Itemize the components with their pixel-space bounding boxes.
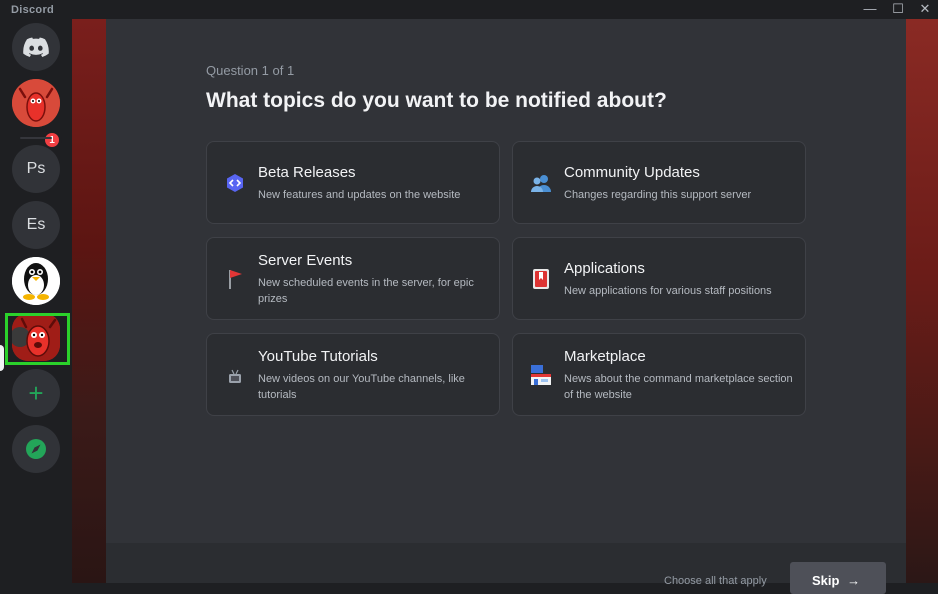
- option-title: Community Updates: [564, 164, 700, 181]
- server-ps[interactable]: Ps: [12, 145, 60, 193]
- explore-servers-button[interactable]: [12, 425, 60, 473]
- app-title: Discord: [11, 4, 55, 16]
- people-icon: [530, 172, 552, 194]
- discord-logo-icon: [23, 37, 49, 57]
- selected-server-indicator: [0, 345, 4, 371]
- plus-icon: +: [28, 377, 44, 408]
- penguin-avatar-icon: [12, 257, 60, 305]
- option-title: Marketplace: [564, 348, 646, 365]
- option-card-applications[interactable]: Applications New applications for variou…: [512, 237, 806, 320]
- option-card-marketplace[interactable]: Marketplace News about the command marke…: [512, 333, 806, 416]
- rail-divider: [20, 137, 52, 139]
- option-description: New features and updates on the website: [258, 189, 461, 201]
- server-background-right: [906, 19, 938, 583]
- store-icon: [530, 364, 552, 386]
- footer-hint: Choose all that apply: [664, 575, 767, 587]
- option-title: Server Events: [258, 252, 353, 269]
- server-background-left: [72, 19, 106, 583]
- skip-label: Skip: [812, 573, 840, 588]
- option-card-youtube-tutorials[interactable]: YouTube Tutorials New videos on our YouT…: [206, 333, 500, 416]
- tv-icon: [224, 366, 246, 388]
- option-description: New scheduled events in the server, for …: [258, 277, 474, 305]
- bookmark-icon: [530, 268, 552, 290]
- server-icon-mascot[interactable]: [12, 79, 60, 127]
- option-title: YouTube Tutorials: [258, 348, 378, 365]
- question-counter: Question 1 of 1: [206, 63, 295, 78]
- option-description: New applications for various staff posit…: [564, 285, 772, 297]
- minimize-button[interactable]: —: [855, 0, 885, 19]
- close-button[interactable]: ✕: [910, 0, 938, 19]
- server-es[interactable]: Es: [12, 201, 60, 249]
- option-card-server-events[interactable]: Server Events New scheduled events in th…: [206, 237, 500, 320]
- server-rail: 1 Ps Es +: [0, 19, 72, 583]
- option-description: News about the command marketplace secti…: [564, 373, 793, 401]
- compass-icon: [26, 439, 46, 459]
- code-icon: [224, 172, 246, 194]
- option-description: Changes regarding this support server: [564, 189, 752, 201]
- title-bar: Discord — ☐ ✕: [0, 0, 938, 19]
- option-description: New videos on our YouTube channels, like…: [258, 373, 465, 401]
- flag-icon: [224, 268, 246, 290]
- mascot-avatar-icon: [12, 79, 60, 127]
- maximize-button[interactable]: ☐: [883, 0, 913, 19]
- skip-button[interactable]: Skip →: [790, 562, 886, 594]
- home-button[interactable]: [12, 23, 60, 71]
- add-server-button[interactable]: +: [12, 369, 60, 417]
- onboarding-modal: Question 1 of 1 What topics do you want …: [106, 19, 906, 543]
- option-title: Applications: [564, 260, 645, 277]
- selected-server-highlight: [5, 313, 70, 365]
- arrow-right-icon: →: [847, 573, 861, 588]
- option-card-beta-releases[interactable]: Beta Releases New features and updates o…: [206, 141, 500, 224]
- question-title: What topics do you want to be notified a…: [206, 89, 667, 112]
- option-card-community-updates[interactable]: Community Updates Changes regarding this…: [512, 141, 806, 224]
- option-title: Beta Releases: [258, 164, 356, 181]
- server-penguin[interactable]: [12, 257, 60, 305]
- modal-footer: Choose all that apply Skip →: [106, 543, 906, 594]
